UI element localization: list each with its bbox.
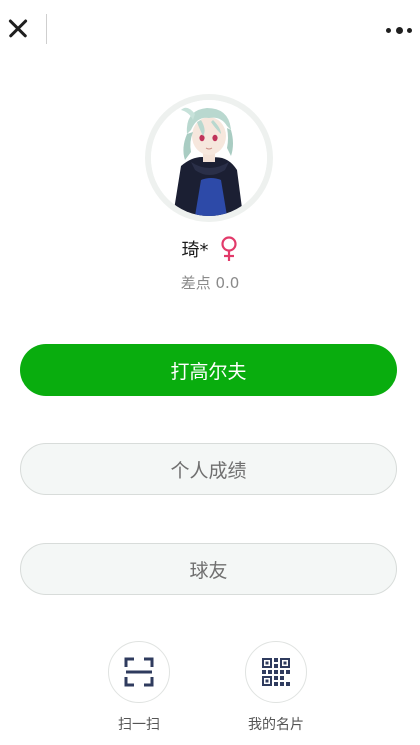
play-golf-button[interactable]: 打高尔夫 bbox=[20, 344, 397, 396]
divider bbox=[46, 14, 47, 44]
my-card-shortcut[interactable]: 我的名片 bbox=[244, 641, 308, 734]
top-bar bbox=[0, 0, 420, 62]
close-icon[interactable] bbox=[6, 16, 30, 40]
handicap-label: 差点 0.0 bbox=[180, 274, 240, 292]
profile-name-row: 琦* bbox=[0, 234, 420, 264]
profile-name: 琦* bbox=[181, 240, 209, 261]
scan-icon bbox=[124, 657, 154, 687]
scan-label: 扫一扫 bbox=[118, 717, 160, 733]
avatar-image bbox=[151, 100, 267, 216]
my-card-label: 我的名片 bbox=[248, 717, 304, 733]
my-scores-button[interactable]: 个人成绩 bbox=[20, 443, 397, 495]
my-card-button[interactable] bbox=[245, 641, 307, 703]
qr-code-icon bbox=[262, 658, 290, 686]
scan-shortcut[interactable]: 扫一扫 bbox=[107, 641, 171, 734]
friends-button[interactable]: 球友 bbox=[20, 543, 397, 595]
avatar[interactable] bbox=[145, 94, 273, 222]
scan-button[interactable] bbox=[108, 641, 170, 703]
female-symbol-icon bbox=[220, 236, 237, 261]
more-icon[interactable] bbox=[386, 24, 412, 36]
